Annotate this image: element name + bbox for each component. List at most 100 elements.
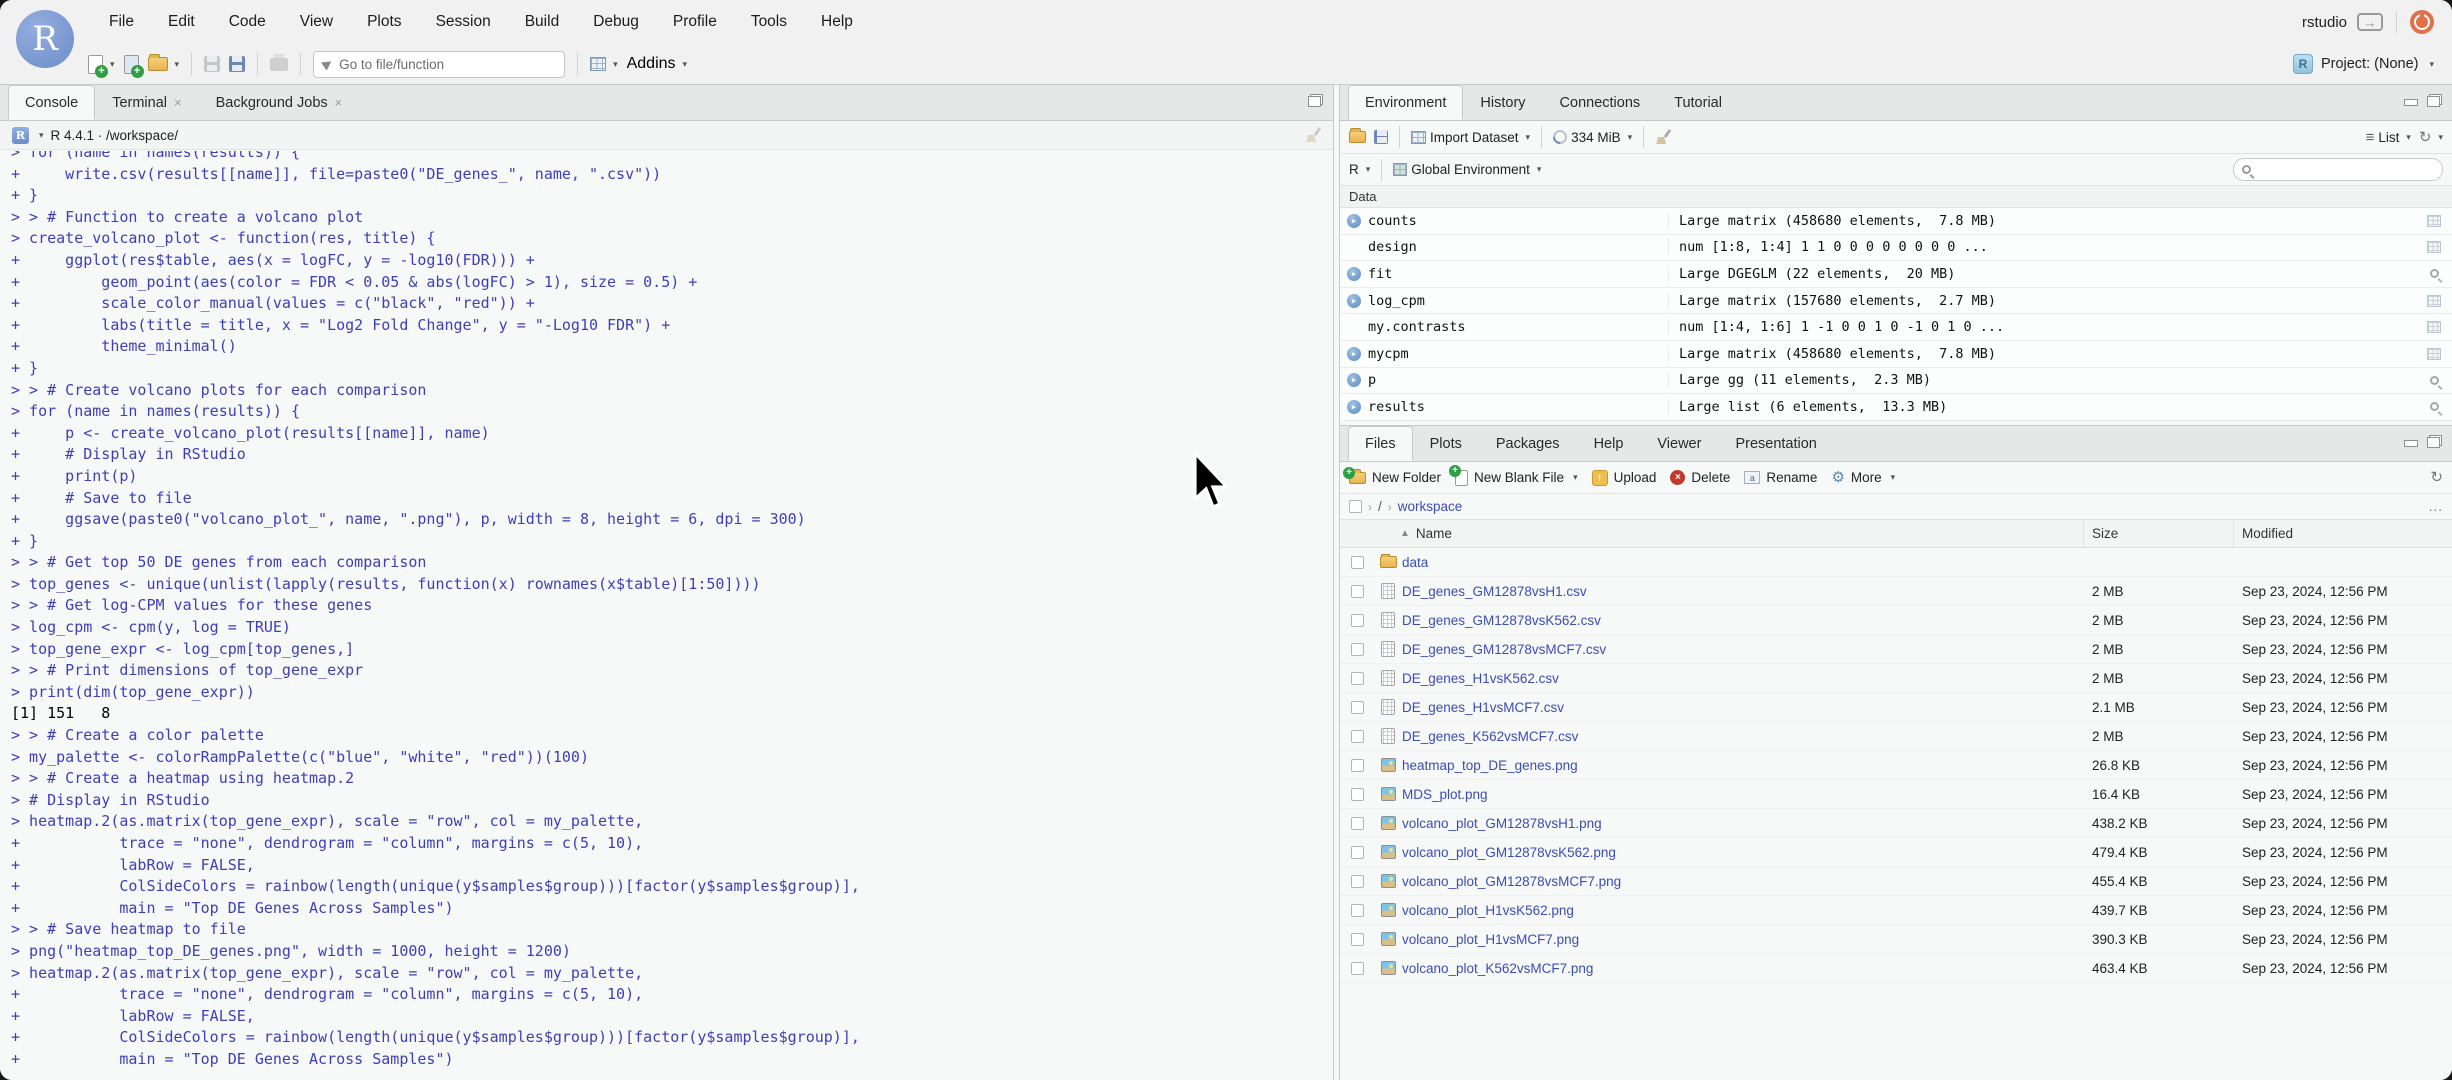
goto-file-function-box[interactable] [313,50,566,78]
file-checkbox[interactable] [1350,932,1364,946]
console-output[interactable]: > for (name in names(results)) {+ write.… [0,151,1333,1080]
environment-object-row[interactable]: ▶ log_cpm Large matrix (157680 elements, 2… [1340,287,2452,315]
menu-profile[interactable]: Profile [656,13,734,31]
expand-arrow-icon[interactable]: ▶ [1347,266,1361,281]
file-checkbox[interactable] [1350,787,1364,801]
file-row[interactable]: volcano_plot_H1vsMCF7.png 390.3 KB Sep 23,… [1340,925,2452,954]
new-file-button[interactable]: + ▾ [88,54,115,78]
file-name[interactable]: volcano_plot_GM12878vsH1.png [1402,816,2084,831]
expander[interactable]: ▶ [1340,266,1368,281]
tab-presentation[interactable]: Presentation [1718,426,1833,461]
minimize-pane-icon[interactable] [2403,95,2418,107]
inspect-object-icon[interactable] [2429,402,2439,412]
panes-layout-button[interactable]: ▾ [590,57,618,71]
new-project-button[interactable]: + [123,54,144,78]
expander[interactable]: ▶ [1340,213,1368,228]
close-icon[interactable]: × [174,95,182,110]
file-row[interactable]: DE_genes_GM12878vsMCF7.csv 2 MB Sep 23, 20… [1340,635,2452,664]
file-checkbox[interactable] [1350,555,1364,569]
view-data-button[interactable] [2416,321,2452,334]
load-workspace-icon[interactable] [1349,128,1366,143]
tab-history[interactable]: History [1463,85,1542,120]
expand-arrow-icon[interactable]: ▶ [1347,346,1361,361]
column-modified[interactable]: Modified [2234,520,2452,547]
view-data-button[interactable] [2416,241,2452,254]
view-data-button[interactable] [2416,347,2452,360]
save-workspace-icon[interactable] [1374,130,1388,144]
inspect-object-button[interactable] [2416,375,2452,385]
menu-code[interactable]: Code [212,13,283,31]
new-blank-file-button[interactable]: + New Blank File ▾ [1449,464,1578,486]
environment-object-row[interactable]: ▶ results Large list (6 elements, 13.3 MB) [1340,394,2452,421]
open-file-button[interactable]: ▾ [147,54,179,71]
file-checkbox[interactable] [1350,874,1364,888]
expander[interactable]: ▶ [1340,346,1368,361]
file-checkbox[interactable] [1350,642,1364,656]
environment-selector[interactable]: Global Environment ▾ [1393,162,1541,177]
save-button[interactable] [204,56,221,72]
language-selector[interactable]: R ▾ [1349,162,1370,177]
environment-object-row[interactable]: my.contrasts num [1:4, 1:6] 1 -1 0 0 1 0 … [1340,314,2452,341]
file-row[interactable]: volcano_plot_GM12878vsH1.png 438.2 KB Sep … [1340,809,2452,838]
file-row[interactable]: DE_genes_GM12878vsH1.csv 2 MB Sep 23, 2024… [1340,577,2452,606]
inspect-object-button[interactable] [2416,269,2452,279]
menu-edit[interactable]: Edit [151,13,212,31]
menu-file[interactable]: File [92,13,151,31]
breadcrumb-item[interactable]: / [1378,499,1382,514]
tab-background-jobs[interactable]: Background Jobs × [199,85,360,120]
breadcrumb-item[interactable]: workspace [1398,499,1463,514]
environment-object-row[interactable]: ▶ mycpm Large matrix (458680 elements, 7.8… [1340,340,2452,368]
maximize-pane-icon[interactable] [1308,94,1323,107]
file-checkbox[interactable] [1350,613,1364,627]
expand-arrow-icon[interactable]: ▶ [1347,373,1361,388]
environment-object-row[interactable]: ▶ p Large gg (11 elements, 2.3 MB) [1340,367,2452,395]
delete-button[interactable]: × Delete [1670,470,1730,485]
expand-arrow-icon[interactable]: ▶ [1347,213,1361,228]
file-row[interactable]: volcano_plot_H1vsK562.png 439.7 KB Sep 23,… [1340,896,2452,925]
column-size[interactable]: Size [2084,520,2234,547]
environment-object-row[interactable]: ▶ fit Large DGEGLM (22 elements, 20 MB) [1340,261,2452,288]
file-name[interactable]: DE_genes_K562vsMCF7.csv [1402,729,2084,744]
menu-build[interactable]: Build [508,13,576,31]
project-menu-button[interactable]: R Project: (None) ▾ [2292,44,2434,84]
select-all-checkbox[interactable] [1349,500,1362,513]
more-button[interactable]: ⚙ More ▾ [1831,470,1895,485]
file-name[interactable]: volcano_plot_H1vsMCF7.png [1402,932,2084,947]
file-name[interactable]: volcano_plot_H1vsK562.png [1402,903,2084,918]
menu-session[interactable]: Session [419,13,508,31]
print-button[interactable] [270,53,289,71]
breadcrumb-more-button[interactable]: ... [2429,499,2443,514]
file-row[interactable]: DE_genes_K562vsMCF7.csv 2 MB Sep 23, 2024,… [1340,722,2452,751]
tab-packages[interactable]: Packages [1479,426,1577,461]
view-data-grid-icon[interactable] [2427,347,2441,360]
file-name[interactable]: volcano_plot_GM12878vsK562.png [1402,845,2084,860]
inspect-object-button[interactable] [2416,402,2452,412]
file-name[interactable]: DE_genes_GM12878vsH1.csv [1402,584,2084,599]
file-row[interactable]: data [1340,548,2452,577]
file-row[interactable]: volcano_plot_GM12878vsK562.png 479.4 KB Se… [1340,838,2452,867]
file-name[interactable]: DE_genes_GM12878vsK562.csv [1402,613,2084,628]
menu-tools[interactable]: Tools [734,13,804,31]
file-checkbox[interactable] [1350,729,1364,743]
addins-button[interactable]: Addins ▾ [627,55,687,73]
file-name[interactable]: DE_genes_H1vsK562.csv [1402,671,2084,686]
view-data-grid-icon[interactable] [2427,214,2441,227]
file-row[interactable]: volcano_plot_GM12878vsMCF7.png 455.4 KB Se… [1340,867,2452,896]
file-name[interactable]: data [1402,555,2084,570]
menu-plots[interactable]: Plots [350,13,418,31]
import-dataset-button[interactable]: Import Dataset ▾ [1411,130,1530,145]
tab-help[interactable]: Help [1577,426,1641,461]
view-data-grid-icon[interactable] [2427,241,2441,254]
view-data-button[interactable] [2416,214,2452,227]
chevron-down-icon[interactable]: ▾ [39,130,44,141]
upload-button[interactable]: ↑ Upload [1591,469,1656,486]
refresh-files-icon[interactable]: ↻ [2430,470,2443,485]
file-checkbox[interactable] [1350,700,1364,714]
inspect-object-icon[interactable] [2429,375,2439,385]
file-checkbox[interactable] [1350,845,1364,859]
view-data-grid-icon[interactable] [2427,294,2441,307]
file-checkbox[interactable] [1350,903,1364,917]
tab-files[interactable]: Files [1348,426,1413,461]
new-folder-button[interactable]: + New Folder [1343,466,1441,485]
file-checkbox[interactable] [1350,961,1364,975]
